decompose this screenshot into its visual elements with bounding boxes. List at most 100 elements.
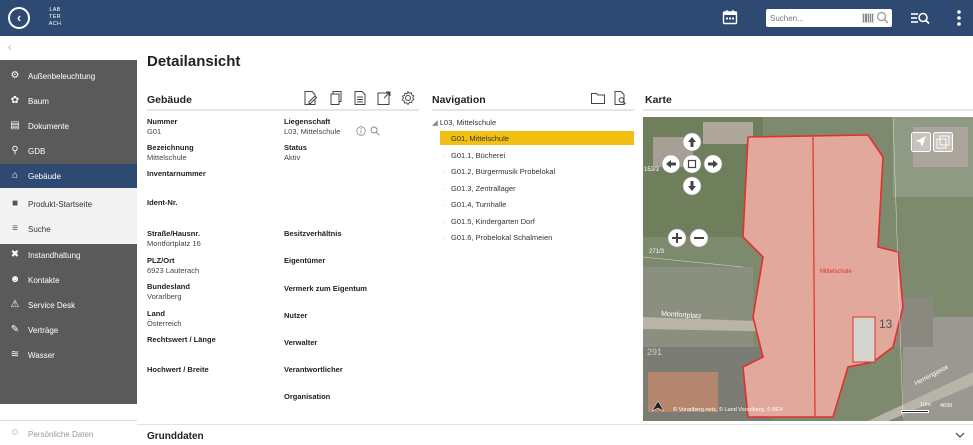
- field-value-bezeichnung: Mittelschule: [147, 153, 187, 162]
- north-arrow-icon: [651, 400, 665, 412]
- tree-item[interactable]: · G01.4, Turnhalle: [440, 197, 634, 211]
- calendar-icon[interactable]: [722, 9, 738, 25]
- water-icon: ≋: [10, 349, 20, 360]
- field-value-land: Österreich: [147, 319, 182, 328]
- tree-bullet: ·: [442, 184, 445, 193]
- sidebar-item-label: Gebäude: [28, 172, 61, 181]
- filter-search-icon[interactable]: [910, 10, 930, 26]
- field-label-verwalter: Verwalter: [284, 338, 318, 347]
- tree-item-label: G01.4, Turnhalle: [451, 200, 507, 209]
- parcel-label: 271/3: [649, 249, 665, 255]
- contacts-icon: ☻: [9, 274, 21, 285]
- tree-item[interactable]: · G01.5, Kindergarten Dorf: [440, 214, 634, 228]
- field-label-organisation: Organisation: [284, 392, 331, 401]
- field-label-nummer: Nummer: [147, 117, 178, 126]
- pan-right-icon[interactable]: [703, 154, 723, 174]
- logo-text-line: ACH: [48, 21, 62, 27]
- sidebar-item-gebaeude[interactable]: ⌂ Gebäude: [0, 164, 137, 188]
- document-icon: ▤: [10, 120, 20, 131]
- karte-header-divider: [643, 109, 973, 111]
- field-label-liegenschaft: Liegenschaft: [284, 117, 331, 126]
- field-label-nutzer: Nutzer: [284, 311, 308, 320]
- page-title: Detailansicht: [147, 53, 241, 70]
- sidebar-item-kontakte[interactable]: ☻ Kontakte: [0, 268, 137, 292]
- grunddaten-section[interactable]: Grunddaten: [137, 424, 973, 445]
- more-menu-icon[interactable]: [955, 8, 963, 28]
- field-label-rechtswert: Rechtswert / Länge: [147, 335, 216, 344]
- sidebar-item-instandhaltung[interactable]: ✖ Instandhaltung: [0, 243, 137, 267]
- field-label-bezeichnung: Bezeichnung: [147, 143, 194, 152]
- tree-item[interactable]: · G01.1, Bücherei: [440, 148, 634, 162]
- field-label-strasse: Straße/Hausnr.: [147, 229, 200, 238]
- search-icon[interactable]: [876, 11, 889, 24]
- pan-up-icon[interactable]: [682, 132, 702, 152]
- document-search-icon[interactable]: [612, 90, 628, 106]
- tree-item-label: G01.6, Probelokal Schalmeien: [451, 233, 553, 242]
- building-label: Mittelschule: [820, 269, 852, 275]
- tree-item-label: G01.3, Zentrallager: [451, 184, 516, 193]
- search-input[interactable]: [770, 11, 850, 25]
- parcel-label: 291: [647, 347, 663, 357]
- liegenschaft-search-icon[interactable]: [370, 126, 380, 136]
- zoom-out-icon[interactable]: [689, 228, 709, 248]
- scale-label-secondary: 4699: [940, 403, 953, 409]
- map-attribution: © Vorarlberg.netz, © Land Vorarlberg, © …: [673, 407, 784, 413]
- sidebar-item-produkt-startseite[interactable]: ■ Produkt-Startseite: [0, 192, 137, 216]
- parcel-label: 13: [879, 317, 893, 331]
- back-icon[interactable]: ‹: [8, 7, 30, 29]
- logo-text-line: LAB: [49, 7, 61, 13]
- sidebar: ‹ ⚙ Außenbeleuchtung ✿ Baum ▤ Dokumente …: [0, 36, 137, 445]
- collapse-sidebar-icon[interactable]: ‹: [8, 42, 11, 53]
- sidebar-item-suche[interactable]: ≡ Suche: [0, 217, 137, 241]
- sidebar-item-gdb[interactable]: ⚲ GDB: [0, 139, 137, 163]
- sidebar-item-dokumente[interactable]: ▤ Dokumente: [0, 114, 137, 138]
- tree-item[interactable]: · G01, Mittelschule: [440, 131, 634, 145]
- grunddaten-title: Grunddaten: [147, 431, 204, 442]
- sidebar-item-vertraege[interactable]: ✎ Verträge: [0, 318, 137, 342]
- sidebar-item-wasser[interactable]: ≋ Wasser: [0, 343, 137, 367]
- tree-bullet: ·: [442, 200, 445, 209]
- fullscreen-icon[interactable]: [933, 132, 953, 152]
- sidebar-item-service-desk[interactable]: ⚠ Service Desk: [0, 293, 137, 317]
- locate-icon[interactable]: [911, 132, 931, 152]
- karte-panel-title: Karte: [645, 94, 672, 106]
- sidebar-item-label: Suche: [28, 225, 51, 234]
- sidebar-item-baum[interactable]: ✿ Baum: [0, 89, 137, 113]
- sidebar-item-aussenbeleuchtung[interactable]: ⚙ Außenbeleuchtung: [0, 64, 137, 88]
- sidebar-item-label: Dokumente: [28, 122, 69, 131]
- sidebar-item-label: Außenbeleuchtung: [28, 72, 96, 81]
- logo[interactable]: LAB TER ACH: [40, 7, 70, 28]
- pan-center-icon[interactable]: [682, 154, 702, 174]
- copy-icon[interactable]: [328, 90, 344, 106]
- chevron-down-icon[interactable]: [955, 431, 965, 439]
- tree-root-node[interactable]: ◢ L03, Mittelschule: [432, 118, 496, 127]
- tree-item[interactable]: · G01.2, Bürgermusik Probelokal: [440, 164, 634, 178]
- sidebar-item-label: Produkt-Startseite: [28, 200, 93, 209]
- zoom-in-icon[interactable]: [667, 228, 687, 248]
- tree-item[interactable]: · G01.6, Probelokal Schalmeien: [440, 230, 634, 244]
- report-icon[interactable]: [352, 90, 368, 106]
- personal-data-link[interactable]: ☺ Persönliche Daten: [0, 420, 137, 445]
- tree-bullet: ·: [442, 134, 445, 143]
- edit-document-icon[interactable]: [302, 90, 318, 106]
- barcode-icon[interactable]: [862, 12, 874, 24]
- field-value-liegenschaft[interactable]: L03, Mittelschule: [284, 127, 340, 136]
- pan-down-icon[interactable]: [682, 176, 702, 196]
- open-external-icon[interactable]: [376, 90, 392, 106]
- personal-data-label: Persönliche Daten: [28, 430, 94, 439]
- tree-expand-icon[interactable]: ◢: [432, 118, 440, 127]
- info-icon[interactable]: [356, 126, 366, 136]
- gebaeude-header-divider: [147, 109, 419, 111]
- warning-icon: ⚠: [10, 299, 20, 310]
- field-label-plz-ort: PLZ/Ort: [147, 256, 175, 265]
- sidebar-item-label: Verträge: [28, 326, 59, 335]
- database-icon: ⚲: [11, 145, 19, 156]
- tree-bullet: ·: [442, 217, 445, 226]
- tree-item[interactable]: · G01.3, Zentrallager: [440, 181, 634, 195]
- folder-icon[interactable]: [590, 90, 606, 106]
- pan-left-icon[interactable]: [661, 154, 681, 174]
- settings-gear-icon[interactable]: [400, 90, 416, 106]
- map-view[interactable]: Montfortplatz Herrengasse Mittelschule 1…: [643, 117, 973, 421]
- field-label-bundesland: Bundesland: [147, 282, 190, 291]
- search-box[interactable]: [766, 9, 892, 27]
